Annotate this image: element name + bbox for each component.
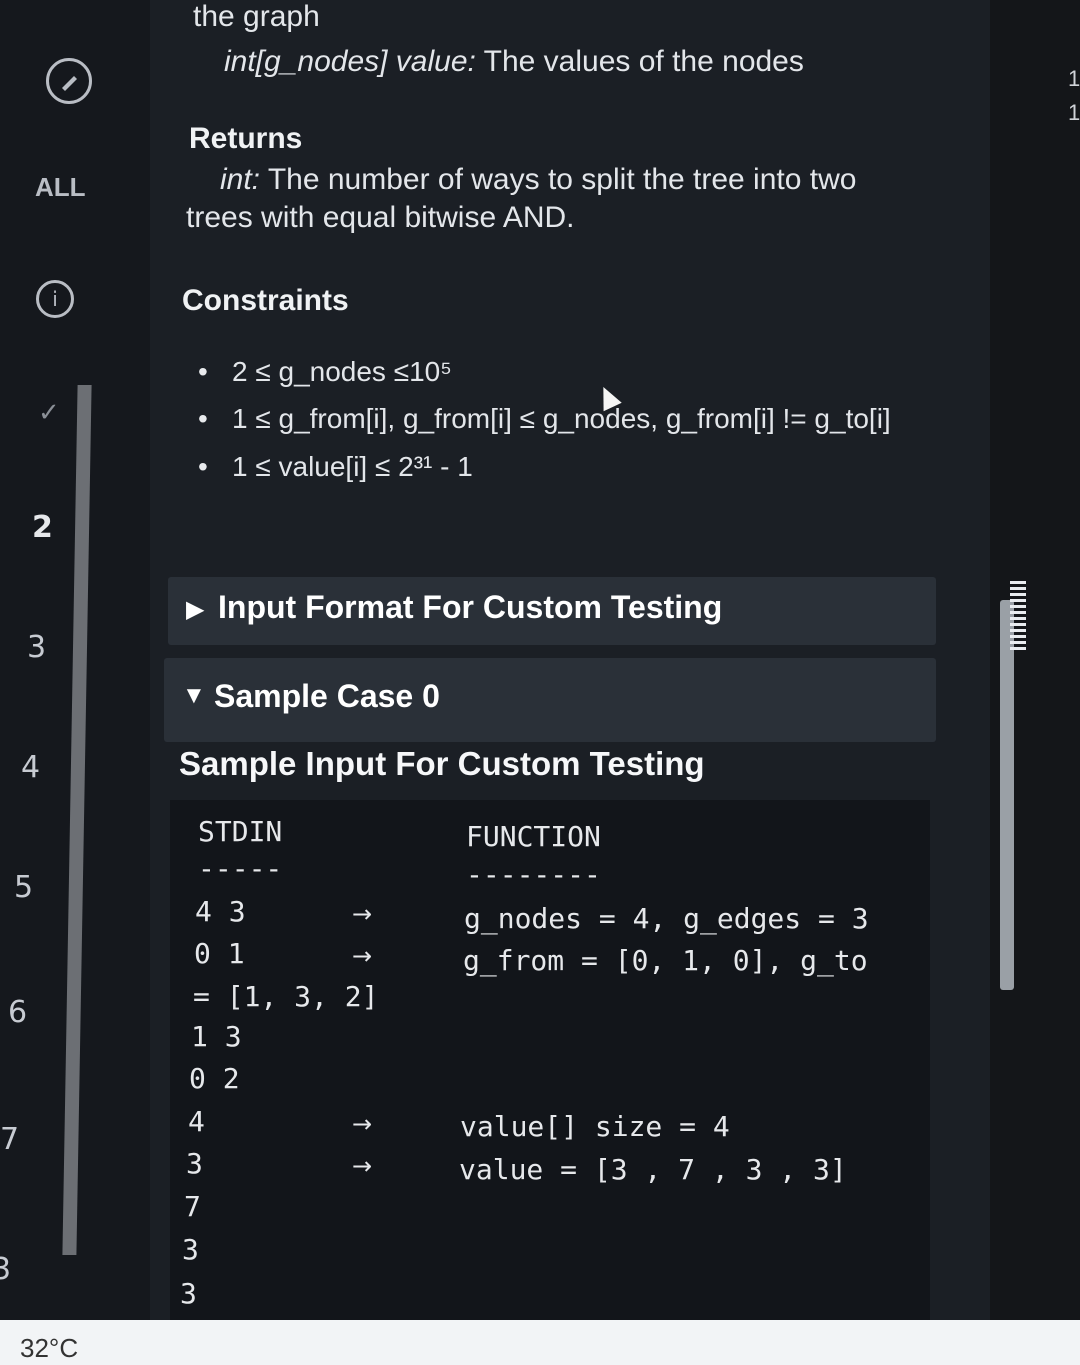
check-icon[interactable]: ✓ xyxy=(38,398,60,428)
function-line: g_from = [0, 1, 0], g_to xyxy=(463,944,868,977)
stdin-line: = [1, 3, 2] xyxy=(193,980,379,1013)
input-format-label: Input Format For Custom Testing xyxy=(218,589,723,625)
stdin-line: 4 3 xyxy=(195,895,246,928)
stdin-line: 0 2 xyxy=(189,1062,240,1095)
input-format-toggle[interactable]: ▶ Input Format For Custom Testing xyxy=(168,577,936,645)
param-graph-text: the graph xyxy=(193,0,320,33)
stdin-line: 3 xyxy=(186,1147,203,1180)
stdin-rule: ----- xyxy=(198,852,283,885)
arrow-icon: → xyxy=(352,1152,373,1180)
function-header: FUNCTION xyxy=(466,820,601,853)
bullet-dot: • xyxy=(198,451,208,482)
param-value-type: int[g_nodes] value: xyxy=(224,45,476,78)
returns-line-1: int: The number of ways to split the tre… xyxy=(220,163,856,197)
function-line: g_nodes = 4, g_edges = 3 xyxy=(464,902,869,935)
info-icon[interactable]: i xyxy=(36,280,74,318)
stdin-line: 3 xyxy=(182,1233,199,1266)
filter-all-label[interactable]: ALL xyxy=(35,172,86,203)
stdin-line: 4 xyxy=(188,1105,205,1138)
returns-heading: Returns xyxy=(189,122,303,155)
arrow-icon: → xyxy=(352,942,373,970)
arrow-icon: → xyxy=(352,900,373,928)
pencil-circle-icon[interactable] xyxy=(46,58,92,104)
param-value-line: int[g_nodes] value: The values of the no… xyxy=(224,45,804,79)
sample-case-toggle[interactable]: ▼ Sample Case 0 xyxy=(164,658,936,742)
returns-type: int: xyxy=(220,163,261,196)
expand-arrow-icon: ▶ xyxy=(186,596,205,623)
stdin-line: 1 3 xyxy=(191,1020,242,1053)
stdin-line: 7 xyxy=(184,1190,201,1223)
line-number: 7 xyxy=(0,1122,20,1157)
constraint-item: 1 ≤ g_from[i], g_from[i] ≤ g_nodes, g_fr… xyxy=(232,403,891,434)
sample-input-heading: Sample Input For Custom Testing xyxy=(179,745,705,782)
edge-glyph: 1 xyxy=(1068,100,1080,125)
line-number: 3 xyxy=(0,1252,12,1287)
param-value-desc: The values of the nodes xyxy=(483,45,804,78)
line-number: 6 xyxy=(8,995,28,1030)
returns-line-2: trees with equal bitwise AND. xyxy=(186,201,575,234)
arrow-icon: → xyxy=(352,1110,373,1138)
bullet-dot: • xyxy=(198,403,208,434)
edge-glyph: 1 xyxy=(1068,66,1080,91)
constraints-heading: Constraints xyxy=(182,284,349,317)
line-number: 2 xyxy=(32,510,53,545)
weather-temperature[interactable]: 32°C xyxy=(20,1333,78,1364)
sample-case-label: Sample Case 0 xyxy=(214,678,440,714)
bullet-dot: • xyxy=(198,356,208,387)
os-taskbar xyxy=(0,1320,1080,1365)
function-rule: -------- xyxy=(466,858,601,891)
stdin-header: STDIN xyxy=(198,815,283,848)
line-number: 5 xyxy=(14,870,34,905)
line-number: 4 xyxy=(21,750,41,785)
returns-desc: The number of ways to split the tree int… xyxy=(267,163,857,196)
function-line: value[] size = 4 xyxy=(460,1110,730,1143)
constraint-item: 1 ≤ value[i] ≤ 2³¹ - 1 xyxy=(232,451,473,482)
line-number: 3 xyxy=(27,630,47,665)
stdin-line: 3 xyxy=(180,1277,197,1310)
collapse-arrow-icon: ▼ xyxy=(182,682,206,709)
resize-grip-icon[interactable] xyxy=(1010,578,1026,650)
stdin-line: 0 1 xyxy=(194,937,245,970)
function-line: value = [3 , 7 , 3 , 3] xyxy=(459,1153,847,1186)
scrollbar-thumb[interactable] xyxy=(1000,600,1014,990)
constraint-item: 2 ≤ g_nodes ≤10⁵ xyxy=(232,356,452,387)
